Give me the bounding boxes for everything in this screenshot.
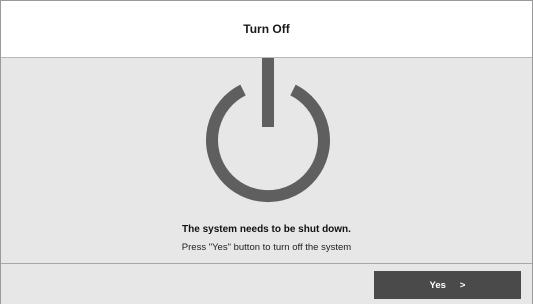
dialog-title: Turn Off <box>243 22 290 36</box>
shutdown-message: The system needs to be shut down. <box>182 224 351 235</box>
power-icon <box>206 58 330 203</box>
chevron-right-icon: > <box>459 279 466 291</box>
dialog-footer: Yes > <box>1 263 532 304</box>
dialog-body: The system needs to be shut down. Press … <box>1 58 532 263</box>
yes-button[interactable]: Yes > <box>374 271 521 299</box>
dialog-header: Turn Off <box>1 1 532 58</box>
shutdown-instruction: Press "Yes" button to turn off the syste… <box>181 242 352 253</box>
yes-button-label: Yes <box>429 279 446 291</box>
shutdown-dialog: Turn Off The system needs to be shut dow… <box>0 0 533 304</box>
